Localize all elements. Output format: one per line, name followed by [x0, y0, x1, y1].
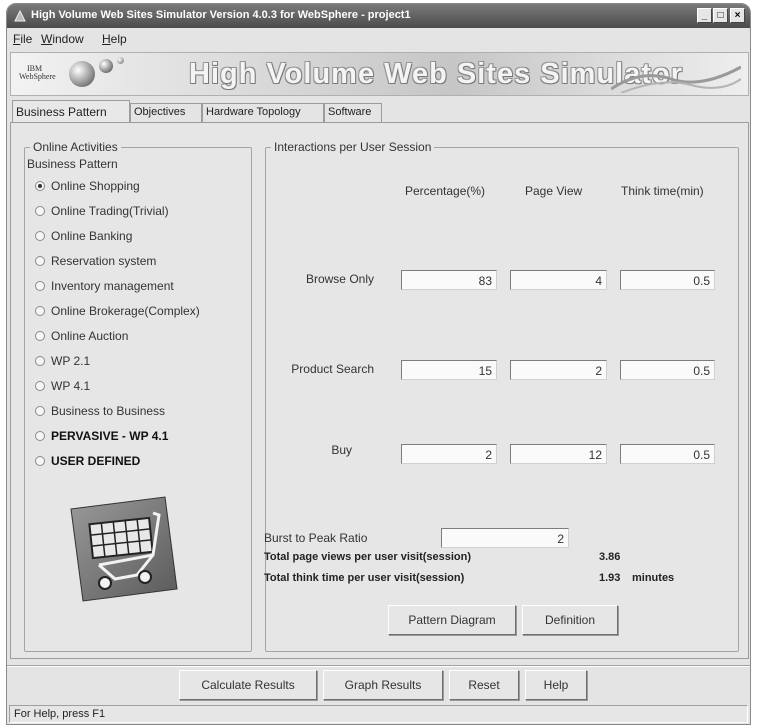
status-bar: For Help, press F1	[9, 705, 748, 723]
radio-label: Reservation system	[51, 254, 157, 268]
menu-help[interactable]: Help	[102, 32, 127, 46]
browse-think-time-field[interactable]: 0.5	[620, 270, 715, 290]
total-page-views-label: Total page views per user visit(session)	[264, 551, 472, 563]
buy-page-view-field[interactable]: 12	[510, 444, 607, 464]
status-text: For Help, press F1	[14, 708, 106, 720]
app-icon	[14, 9, 26, 22]
row-label-buy: Buy	[331, 443, 352, 457]
logo-websphere-text: WebSphere	[19, 72, 56, 81]
graph-results-button[interactable]: Graph Results	[323, 670, 443, 700]
title-bar[interactable]: High Volume Web Sites Simulator Version …	[7, 4, 750, 28]
total-think-time-label: Total think time per user visit(session)	[264, 572, 465, 584]
definition-button[interactable]: Definition	[522, 605, 618, 635]
radio-button[interactable]	[35, 181, 45, 191]
search-percentage-field[interactable]: 15	[401, 360, 497, 380]
banner-title: High Volume Web Sites Simulator	[189, 58, 683, 90]
help-button[interactable]: Help	[525, 670, 587, 700]
radio-label: USER DEFINED	[51, 454, 141, 468]
radio-label: Online Trading(Trivial)	[51, 204, 169, 218]
column-header-page-view: Page View	[525, 184, 583, 198]
burst-ratio-label: Burst to Peak Ratio	[264, 531, 368, 545]
window-title: High Volume Web Sites Simulator Version …	[31, 9, 411, 21]
tab-business-pattern[interactable]: Business Pattern	[12, 100, 130, 122]
row-label-browse-only: Browse Only	[305, 272, 374, 286]
maximize-button[interactable]: □	[713, 8, 728, 23]
radio-label: Online Shopping	[51, 179, 140, 193]
tab-software[interactable]: Software	[324, 103, 382, 122]
radio-label: Online Auction	[51, 329, 129, 343]
radio-label: Online Banking	[51, 229, 133, 243]
interactions-legend: Interactions per User Session	[271, 140, 435, 154]
burst-ratio-field[interactable]: 2	[441, 528, 569, 548]
radio-button[interactable]	[35, 281, 45, 291]
pattern-diagram-button[interactable]: Pattern Diagram	[388, 605, 516, 635]
search-page-view-field[interactable]: 2	[510, 360, 607, 380]
tab-hardware-topology[interactable]: Hardware Topology	[202, 103, 324, 122]
business-pattern-label: Business Pattern	[27, 157, 118, 171]
radio-button[interactable]	[35, 406, 45, 416]
online-activities-legend: Online Activities	[30, 140, 121, 154]
app-window: High Volume Web Sites Simulator Version …	[6, 3, 751, 725]
radio-button[interactable]	[35, 231, 45, 241]
menu-bar: File Window Help	[7, 28, 750, 50]
radio-button[interactable]	[35, 456, 45, 466]
interactions-group: Interactions per User Session Percentage…	[264, 140, 739, 652]
browse-page-view-field[interactable]: 4	[510, 270, 607, 290]
radio-label: Business to Business	[51, 404, 166, 418]
globe-icon	[69, 61, 95, 87]
radio-button[interactable]	[35, 356, 45, 366]
tiny-globe-icon	[117, 57, 124, 64]
reset-button[interactable]: Reset	[449, 670, 519, 700]
radio-label: Inventory management	[51, 279, 174, 293]
banner-graphic	[611, 65, 741, 93]
search-think-time-field[interactable]: 0.5	[620, 360, 715, 380]
browse-percentage-field[interactable]: 83	[401, 270, 497, 290]
radio-button[interactable]	[35, 306, 45, 316]
banner: IBM WebSphere High Volume Web Sites Simu…	[10, 52, 749, 96]
radio-label: Online Brokerage(Complex)	[51, 304, 200, 318]
menu-window[interactable]: Window	[41, 32, 84, 46]
tab-panel: Online Activities Business Pattern Onlin…	[10, 122, 749, 659]
radio-button[interactable]	[35, 331, 45, 341]
radio-label: PERVASIVE - WP 4.1	[51, 429, 169, 443]
buy-percentage-field[interactable]: 2	[401, 444, 497, 464]
shopping-cart-icon	[70, 496, 178, 602]
radio-button[interactable]	[35, 381, 45, 391]
small-globe-icon	[99, 59, 113, 73]
websphere-logo: IBM WebSphere	[19, 65, 56, 81]
radio-button[interactable]	[35, 206, 45, 216]
radio-button[interactable]	[35, 431, 45, 441]
bottom-separator	[7, 665, 750, 667]
calculate-results-button[interactable]: Calculate Results	[179, 670, 317, 700]
menu-file[interactable]: File	[13, 32, 32, 46]
radio-label: WP 2.1	[51, 354, 91, 368]
close-button[interactable]: ×	[730, 8, 745, 23]
radio-button[interactable]	[35, 256, 45, 266]
radio-label: WP 4.1	[51, 379, 91, 393]
tab-objectives[interactable]: Objectives	[130, 103, 202, 122]
column-header-percentage: Percentage(%)	[405, 184, 486, 198]
column-header-think-time: Think time(min)	[621, 184, 704, 198]
total-think-time-unit: minutes	[632, 572, 675, 584]
row-label-product-search: Product Search	[291, 362, 374, 376]
minimize-button[interactable]: _	[697, 8, 712, 23]
buy-think-time-field[interactable]: 0.5	[620, 444, 715, 464]
total-think-time-value: 1.93	[599, 572, 621, 584]
total-page-views-value: 3.86	[599, 551, 621, 563]
